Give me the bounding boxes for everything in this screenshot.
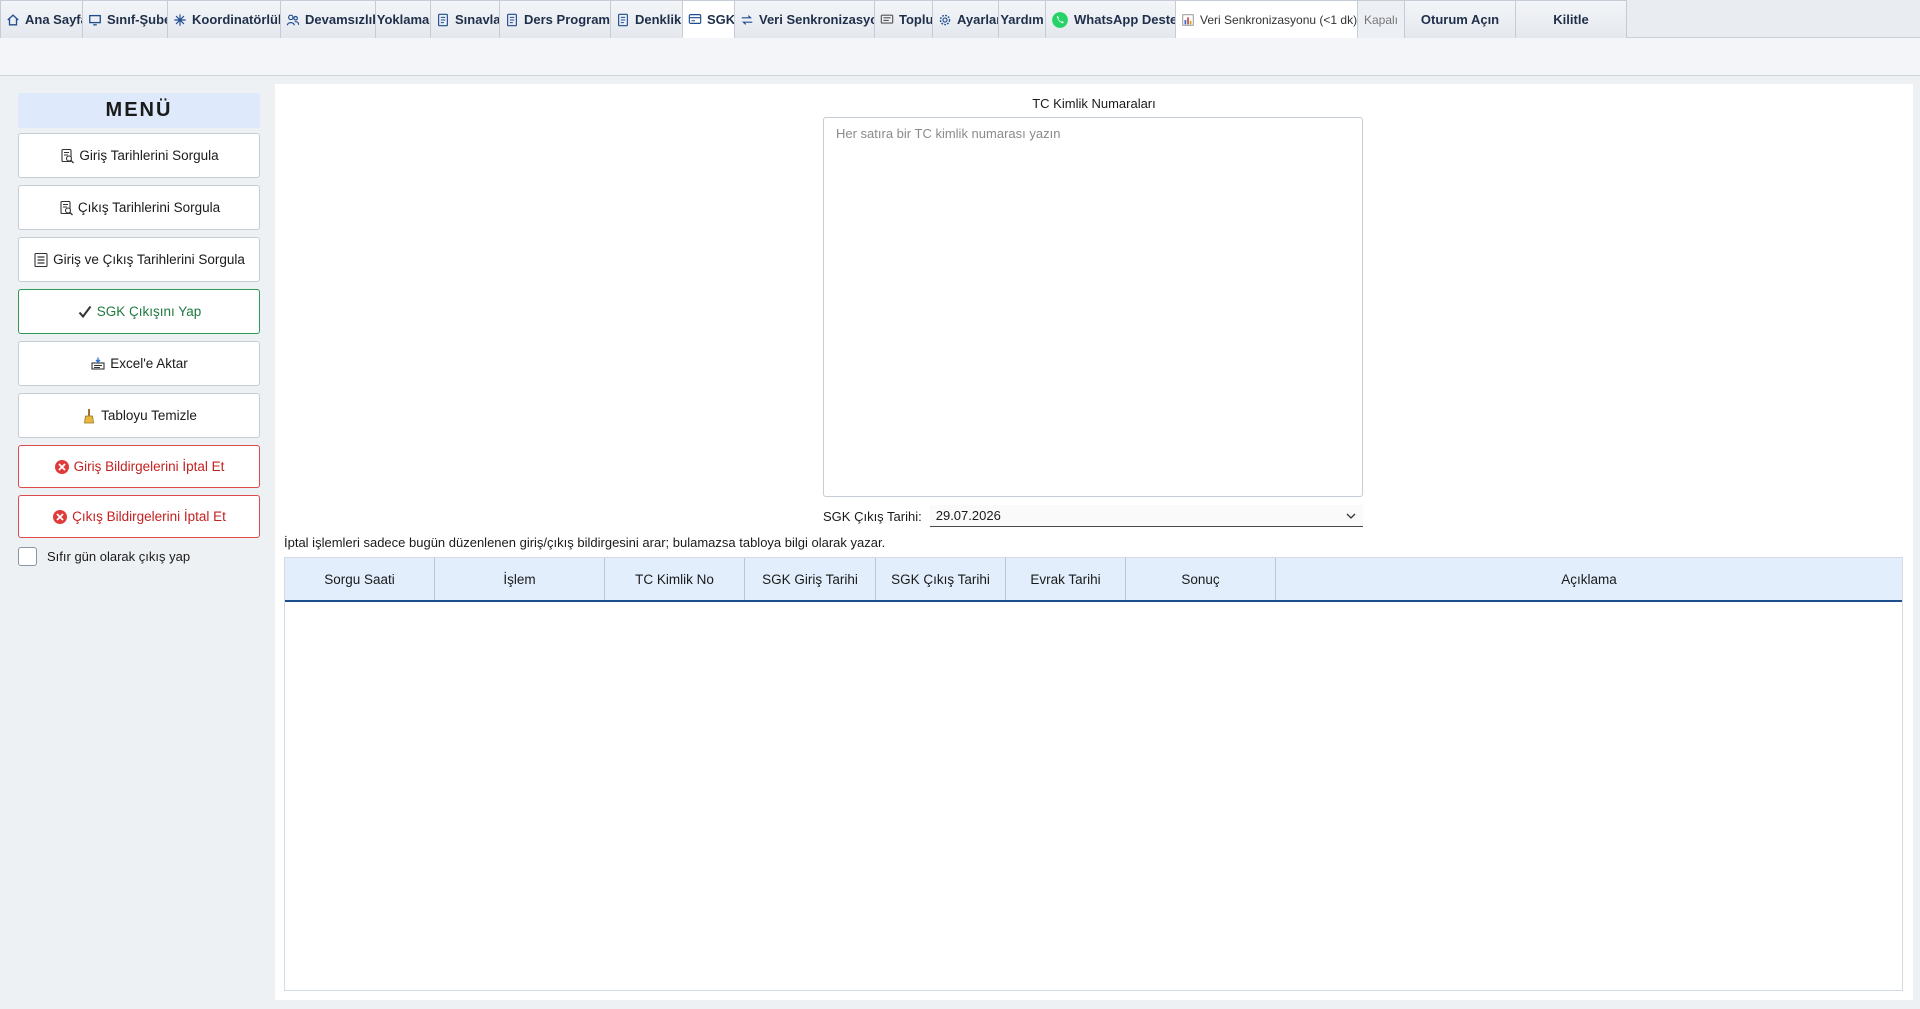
document-search-icon [58, 200, 74, 216]
checkmark-icon [77, 304, 93, 320]
login-button[interactable]: Oturum Açın [1404, 0, 1516, 38]
tab-label: SGK [707, 11, 736, 27]
toolbar-strip [0, 38, 1920, 76]
tab-denklik[interactable]: Denklik [610, 0, 683, 38]
table-header: Sorgu Saati İşlem TC Kimlik No SGK Giriş… [285, 558, 1902, 602]
sgk-exit-date-label: SGK Çıkış Tarihi: [823, 508, 922, 524]
menu-title: MENÜ [18, 93, 260, 128]
tab-label: Denklik [635, 12, 682, 27]
sgk-exit-date-value: 29.07.2026 [935, 508, 1001, 523]
cancel-exit-declarations-button[interactable]: Çıkış Bildirgelerini İptal Et [18, 495, 260, 538]
tab-koordinatorluk[interactable]: Koordinatörlük [167, 0, 285, 38]
card-icon [688, 12, 702, 26]
sidebar-menu: MENÜ Giriş Tarihlerini Sorgula Çıkış Tar… [18, 93, 260, 567]
results-table: Sorgu Saati İşlem TC Kimlik No SGK Giriş… [284, 557, 1903, 991]
login-button-label: Oturum Açın [1420, 12, 1500, 27]
button-label: Giriş ve Çıkış Tarihlerini Sorgula [53, 252, 245, 267]
column-header-sgk-cikis-tarihi[interactable]: SGK Çıkış Tarihi [876, 558, 1006, 600]
tab-sgk[interactable]: SGK [682, 0, 735, 38]
chevron-down-icon [1345, 510, 1357, 522]
button-label: SGK Çıkışını Yap [96, 304, 202, 319]
sync-status-tab[interactable]: Veri Senkronizasyonu (<1 dk) [1175, 0, 1358, 38]
gear-icon [938, 13, 952, 27]
top-tab-bar: Ana Sayfa Sınıf-Şube Koordinatörlük Deva… [0, 0, 1920, 38]
whatsapp-icon [1051, 11, 1069, 29]
tab-yoklama[interactable]: Yoklama [375, 0, 431, 38]
tc-numbers-input[interactable] [823, 117, 1363, 497]
zero-day-exit-label: Sıfır gün olarak çıkış yap [47, 548, 191, 564]
tab-label: Koordinatörlük [192, 12, 286, 27]
tab-sinif-sube[interactable]: Sınıf-Şube [82, 0, 172, 38]
lock-button-label: Kilitle [1553, 12, 1589, 27]
sgk-exit-date-picker[interactable]: 29.07.2026 [929, 505, 1363, 527]
cancel-icon [52, 509, 68, 525]
button-label: Giriş Tarihlerini Sorgula [79, 148, 219, 163]
sgk-exit-date-row: SGK Çıkış Tarihi: 29.07.2026 [823, 505, 1363, 527]
chart-icon [1181, 13, 1195, 27]
query-entry-dates-button[interactable]: Giriş Tarihlerini Sorgula [18, 133, 260, 178]
clear-table-button[interactable]: Tabloyu Temizle [18, 393, 260, 438]
tab-ayarlar[interactable]: Ayarlar [932, 0, 1002, 38]
tab-label: Ayarlar [957, 12, 1002, 27]
document-icon [505, 13, 519, 27]
document-search-icon [59, 148, 75, 164]
tab-label: Sınavlar [455, 12, 506, 27]
monitor-icon [88, 13, 102, 27]
query-exit-dates-button[interactable]: Çıkış Tarihlerini Sorgula [18, 185, 260, 230]
document-icon [436, 13, 450, 27]
home-icon [6, 13, 20, 27]
document-icon [616, 13, 630, 27]
zero-day-exit-option: Sıfır gün olarak çıkış yap [18, 545, 260, 567]
export-icon [90, 356, 106, 372]
button-label: Excel'e Aktar [110, 356, 188, 371]
people-icon [286, 13, 300, 27]
main-panel: TC Kimlik Numaraları SGK Çıkış Tarihi: 2… [275, 84, 1913, 1000]
button-label: Giriş Bildirgelerini İptal Et [73, 459, 225, 474]
tab-whatsapp-destek[interactable]: WhatsApp Destek [1045, 0, 1185, 38]
sync-icon [740, 13, 754, 27]
tab-label: WhatsApp Destek [1074, 12, 1185, 27]
cancel-info-text: İptal işlemleri sadece bugün düzenlenen … [284, 535, 886, 550]
tab-devamsizlik[interactable]: Devamsızlık [280, 0, 380, 38]
button-label: Çıkış Bildirgelerini İptal Et [72, 509, 226, 524]
zero-day-exit-checkbox[interactable] [18, 546, 37, 566]
list-icon [33, 252, 49, 268]
column-header-sgk-giris-tarihi[interactable]: SGK Giriş Tarihi [745, 558, 876, 600]
tab-label: Yoklama [376, 12, 430, 27]
lock-button[interactable]: Kilitle [1515, 0, 1627, 38]
column-header-evrak-tarihi[interactable]: Evrak Tarihi [1006, 558, 1126, 600]
column-header-sonuc[interactable]: Sonuç [1126, 558, 1276, 600]
tab-ders-programi[interactable]: Ders Programı [499, 0, 614, 38]
tab-yardim[interactable]: Yardım [998, 0, 1046, 38]
tab-label: Ders Programı [524, 12, 614, 27]
tab-label: Ana Sayfa [25, 12, 88, 27]
export-excel-button[interactable]: Excel'e Aktar [18, 341, 260, 386]
tab-toplu[interactable]: Toplu [874, 0, 933, 38]
tab-sinavlar[interactable]: Sınavlar [430, 0, 506, 38]
sync-status-label: Veri Senkronizasyonu (<1 dk) [1200, 12, 1358, 27]
tab-label: Sınıf-Şube [107, 12, 172, 27]
sgk-exit-button[interactable]: SGK Çıkışını Yap [18, 289, 260, 334]
cancel-entry-declarations-button[interactable]: Giriş Bildirgelerini İptal Et [18, 445, 260, 488]
tab-label: Yardım [1000, 12, 1044, 27]
column-header-sorgu-saati[interactable]: Sorgu Saati [285, 558, 435, 600]
cancel-icon [54, 459, 70, 475]
tab-ana-sayfa[interactable]: Ana Sayfa [0, 0, 88, 38]
tab-label: Veri Senkronizasyon [759, 12, 887, 27]
tab-label: Devamsızlık [305, 12, 380, 27]
column-header-tc-kimlik-no[interactable]: TC Kimlik No [605, 558, 745, 600]
closed-status-label: Kapalı [1363, 12, 1399, 27]
broom-icon [81, 408, 97, 424]
column-header-aciklama[interactable]: Açıklama [1276, 558, 1902, 600]
column-header-islem[interactable]: İşlem [435, 558, 605, 600]
tab-veri-senkronizasyon[interactable]: Veri Senkronizasyon [734, 0, 886, 38]
tc-numbers-label: TC Kimlik Numaraları [1032, 96, 1156, 111]
closed-status-tab[interactable]: Kapalı [1357, 0, 1405, 38]
sparkle-icon [173, 13, 187, 27]
message-icon [880, 13, 894, 27]
button-label: Çıkış Tarihlerini Sorgula [77, 200, 221, 215]
tab-label: Toplu [899, 12, 934, 27]
query-entry-exit-dates-button[interactable]: Giriş ve Çıkış Tarihlerini Sorgula [18, 237, 260, 282]
button-label: Tabloyu Temizle [101, 408, 197, 423]
